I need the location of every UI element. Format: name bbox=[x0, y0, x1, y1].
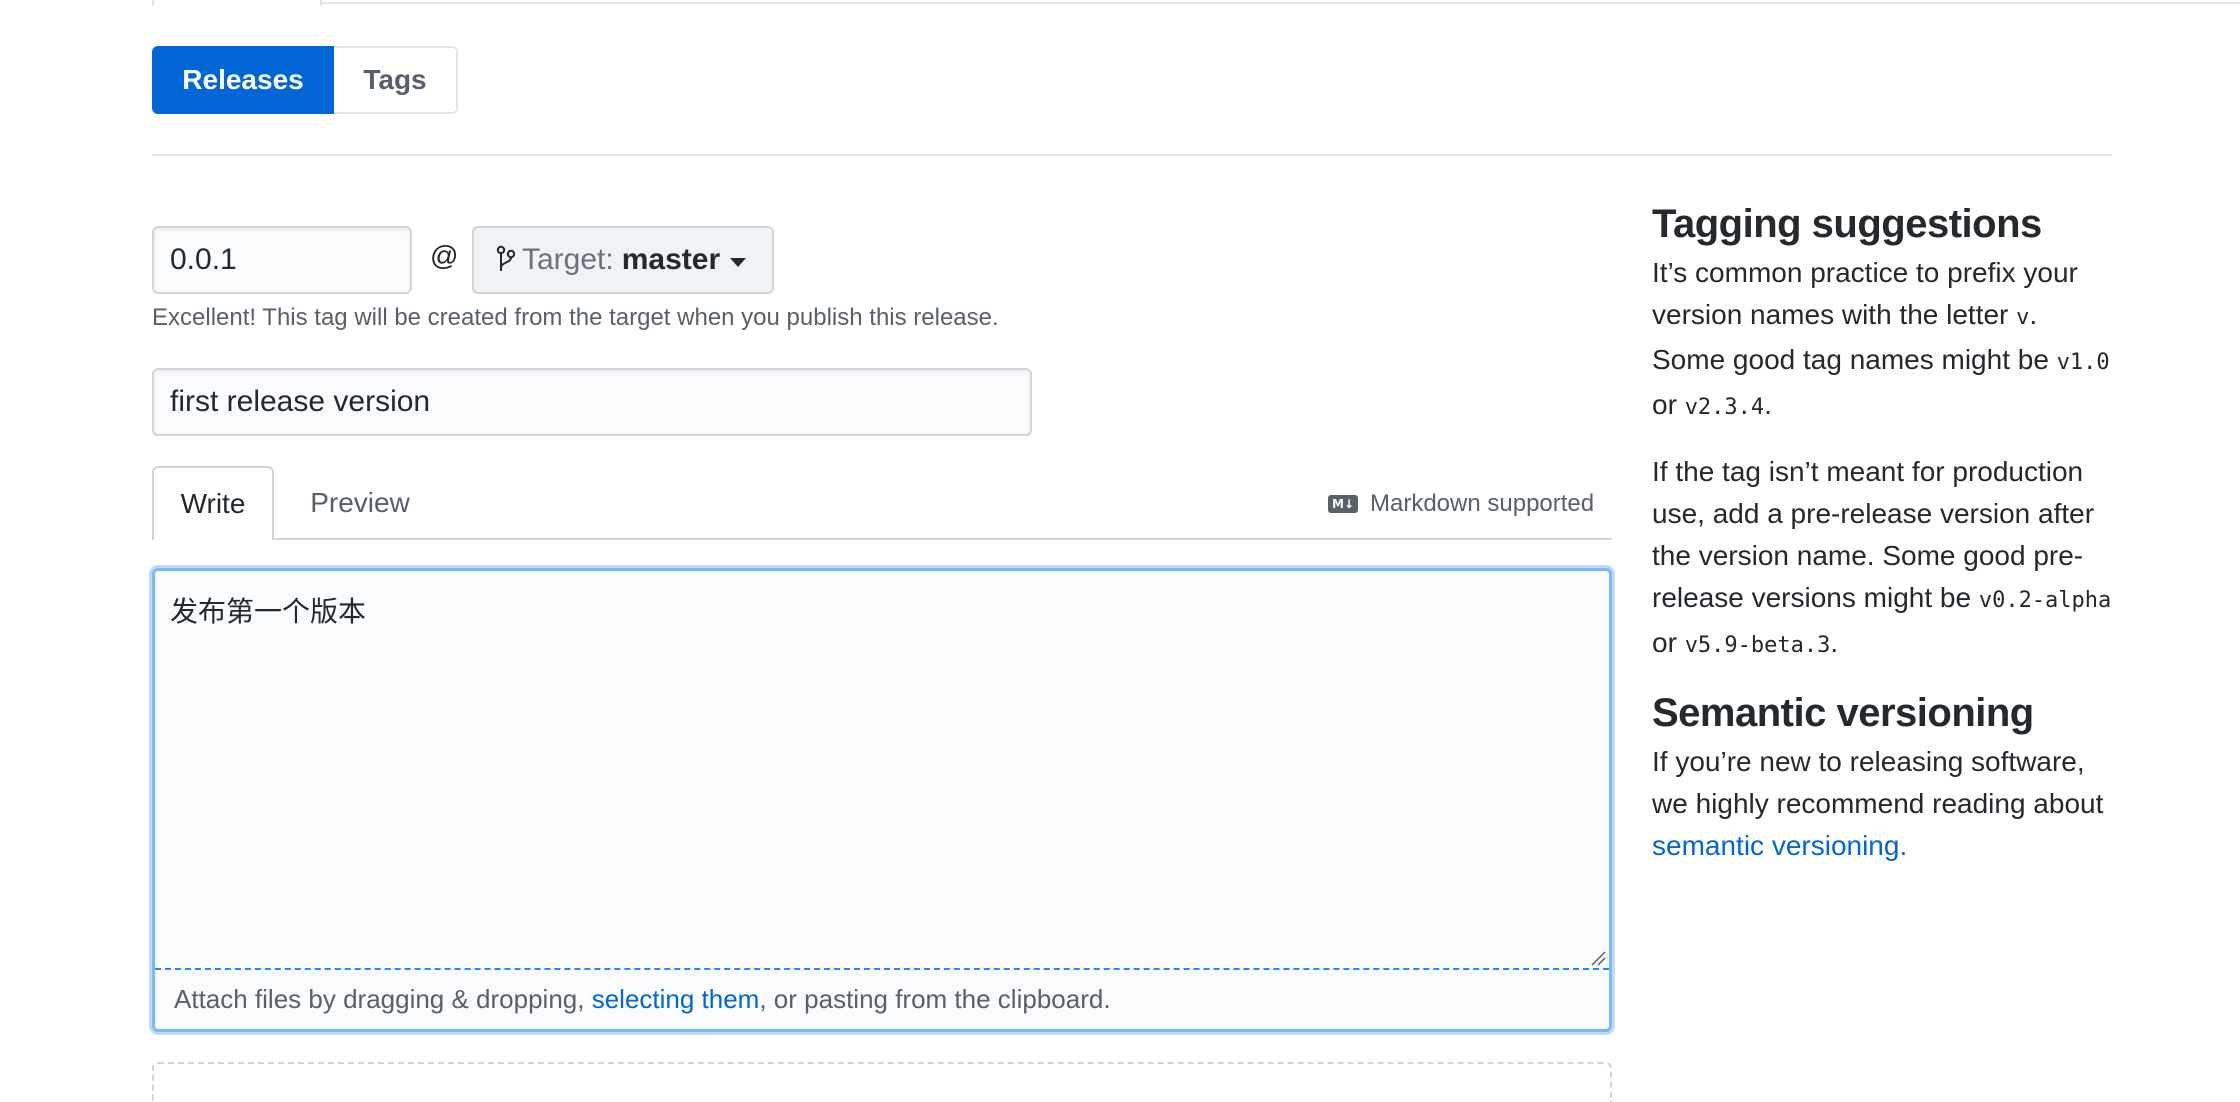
top-nav-divider bbox=[320, 0, 2240, 4]
target-label: Target: bbox=[522, 243, 614, 276]
section-divider bbox=[152, 154, 2112, 156]
attach-files-bar: Attach files by dragging & dropping, sel… bbox=[174, 984, 1111, 1015]
markdown-icon: M↓ bbox=[1328, 495, 1358, 513]
top-nav-selected-tab-edge bbox=[152, 0, 322, 6]
tag-creation-note: Excellent! This tag will be created from… bbox=[152, 304, 999, 331]
at-sign-label: @ bbox=[430, 240, 459, 271]
tab-preview[interactable]: Preview bbox=[286, 466, 434, 540]
binary-upload-dropzone[interactable] bbox=[152, 1062, 1612, 1102]
release-title-input[interactable]: first release version bbox=[152, 368, 1032, 436]
subnav-tags-tab[interactable]: Tags bbox=[334, 46, 458, 114]
markdown-supported-label: Markdown supported bbox=[1370, 490, 1595, 517]
semantic-versioning-paragraph: If you’re new to releasing software, we … bbox=[1652, 746, 2104, 861]
attach-suffix-text: , or pasting from the clipboard. bbox=[759, 984, 1111, 1014]
tab-write[interactable]: Write bbox=[152, 466, 274, 540]
semantic-versioning-link[interactable]: semantic versioning. bbox=[1652, 830, 1907, 861]
release-body-textarea[interactable] bbox=[152, 568, 1612, 1032]
tag-version-input[interactable]: 0.0.1 bbox=[152, 226, 412, 294]
releases-subnav: Releases Tags bbox=[152, 46, 458, 114]
select-files-link[interactable]: selecting them bbox=[592, 984, 760, 1014]
caret-down-icon bbox=[730, 257, 747, 267]
tagging-suggestions-paragraph-2: If the tag isn’t meant for production us… bbox=[1652, 456, 2112, 658]
target-branch-button[interactable]: Target: master bbox=[472, 226, 774, 294]
git-branch-icon bbox=[496, 245, 516, 275]
resize-grip-icon[interactable] bbox=[1590, 950, 1606, 966]
tagging-suggestions-heading: Tagging suggestions bbox=[1652, 202, 2042, 246]
subnav-releases-tab[interactable]: Releases bbox=[152, 46, 334, 114]
semantic-versioning-heading: Semantic versioning bbox=[1652, 691, 2034, 735]
release-sidebar: Tagging suggestions It’s common practice… bbox=[1652, 198, 2112, 867]
release-body-text[interactable]: 发布第一个版本 bbox=[170, 590, 366, 630]
tagging-suggestions-paragraph-1: It’s common practice to prefix your vers… bbox=[1652, 257, 2110, 420]
markdown-supported-hint[interactable]: M↓ Markdown supported bbox=[1328, 488, 1594, 520]
target-branch-value: master bbox=[621, 243, 721, 276]
attach-divider bbox=[155, 968, 1609, 970]
attach-prefix-text: Attach files by dragging & dropping, bbox=[174, 984, 592, 1014]
